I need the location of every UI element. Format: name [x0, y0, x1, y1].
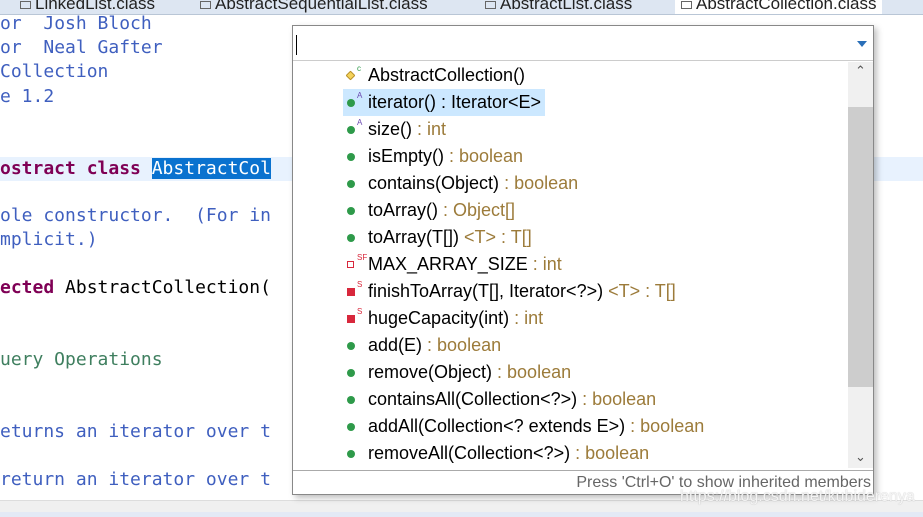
member-item[interactable]: contains(Object) : boolean [343, 170, 582, 197]
member-item[interactable]: ShugeCapacity(int) : int [343, 305, 547, 332]
class-file-icon [20, 0, 31, 9]
modifier-icon: A [357, 118, 363, 127]
modifier-icon: S [357, 280, 363, 289]
code-line: or Josh Bloch [0, 13, 152, 34]
code-line: ected AbstractCollection( [0, 277, 271, 298]
scrollbar[interactable]: ⌃ ⌄ [848, 62, 873, 468]
member-item[interactable]: containsAll(Collection<?>) : boolean [343, 386, 660, 413]
member-type: : boolean [625, 416, 705, 436]
public-method-icon [347, 180, 355, 188]
member-name: finishToArray(T[], Iterator<?>) [368, 281, 604, 301]
code-line: ostract class AbstractCol [0, 158, 271, 179]
modifier-icon: S [357, 307, 363, 316]
member-item[interactable]: SF MAX_ARRAY_SIZE : int [343, 251, 566, 278]
member-type: : boolean [444, 146, 524, 166]
member-list: c AbstractCollection() Aiterator() : Itera… [293, 62, 848, 468]
public-method-icon [347, 234, 355, 242]
public-method-icon [347, 423, 355, 431]
scrollbar-thumb[interactable] [848, 107, 873, 387]
member-type: <T> : T[] [459, 227, 532, 247]
public-method-icon [347, 450, 355, 458]
member-item[interactable]: SfinishToArray(T[], Iterator<?>) <T> : T… [343, 278, 680, 305]
member-name: toArray(T[]) [368, 227, 460, 247]
private-method-icon [347, 315, 355, 323]
code-line: mplicit.) [0, 229, 98, 250]
private-field-icon [347, 261, 354, 268]
member-type: : boolean [422, 335, 502, 355]
member-item[interactable]: isEmpty() : boolean [343, 143, 527, 170]
member-item[interactable]: removeAll(Collection<?>) : boolean [343, 440, 653, 467]
public-method-icon [347, 396, 355, 404]
member-type: : boolean [492, 362, 572, 382]
quick-outline-popup: c AbstractCollection() Aiterator() : Itera… [292, 25, 874, 495]
member-name: isEmpty() [368, 146, 444, 166]
member-item[interactable]: Asize() : int [343, 116, 450, 143]
scroll-up-icon[interactable]: ⌃ [848, 62, 873, 82]
code-line: ole constructor. (For in [0, 205, 271, 226]
constructor-icon [345, 70, 356, 81]
status-strip [0, 512, 923, 517]
public-method-icon [347, 99, 355, 107]
scroll-down-icon[interactable]: ⌄ [848, 448, 873, 468]
code-line: eturns an iterator over t [0, 421, 271, 442]
member-name: AbstractCollection() [368, 65, 526, 85]
member-type: : int [527, 254, 562, 274]
member-name: removeAll(Collection<?>) [368, 443, 571, 463]
member-name: size() [368, 119, 412, 139]
member-item[interactable]: add(E) : boolean [343, 332, 505, 359]
modifier-icon: SF [357, 253, 368, 262]
tab-abstractlist[interactable]: AbstractList.class [485, 0, 632, 14]
class-file-icon [681, 0, 692, 9]
watermark: https://blog.csdn.net/kubiderenya [680, 488, 915, 505]
member-item[interactable]: remove(Object) : boolean [343, 359, 575, 386]
member-item[interactable]: toArray(T[]) <T> : T[] [343, 224, 536, 251]
member-item[interactable]: Aiterator() : Iterator<E> [343, 89, 546, 116]
member-name: contains(Object) [368, 173, 500, 193]
code-line: uery Operations [0, 349, 163, 370]
code-line: return an iterator over t [0, 469, 271, 490]
member-name: toArray() [368, 200, 439, 220]
public-method-icon [347, 369, 355, 377]
member-name: containsAll(Collection<?>) [368, 389, 578, 409]
member-name: hugeCapacity(int) [368, 308, 510, 328]
member-name: remove(Object) [368, 362, 493, 382]
private-method-icon [347, 288, 355, 296]
member-type: : boolean [499, 173, 579, 193]
member-type: : boolean [577, 389, 657, 409]
public-method-icon [347, 342, 355, 350]
public-method-icon [347, 207, 355, 215]
member-type: <T> : T[] [603, 281, 676, 301]
public-method-icon [347, 153, 355, 161]
modifier-icon: c [357, 64, 361, 73]
member-name: iterator() : Iterator<E> [368, 92, 542, 112]
class-file-icon [485, 0, 496, 9]
member-item[interactable]: addAll(Collection<? extends E>) : boolea… [343, 413, 708, 440]
member-type: : boolean [570, 443, 650, 463]
modifier-icon: A [357, 91, 363, 100]
text-caret [296, 35, 297, 55]
member-item[interactable]: toArray() : Object[] [343, 197, 519, 224]
code-line: e 1.2 [0, 86, 55, 107]
member-name: addAll(Collection<? extends E>) [368, 416, 626, 436]
member-name: MAX_ARRAY_SIZE [368, 254, 528, 274]
class-file-icon [200, 0, 211, 9]
tab-abstractcollection[interactable]: AbstractCollection.class [675, 0, 883, 14]
member-type: : int [412, 119, 447, 139]
code-line: Collection [0, 61, 109, 82]
dropdown-menu-icon[interactable] [857, 41, 867, 47]
public-method-icon [347, 126, 355, 134]
member-name: add(E) [368, 335, 423, 355]
member-type: : int [509, 308, 544, 328]
member-item[interactable]: c AbstractCollection() [343, 62, 529, 89]
member-type: : Object[] [438, 200, 516, 220]
code-line: or Neal Gafter [0, 37, 163, 58]
filter-input[interactable] [293, 26, 873, 61]
tab-abstractsequentiallist[interactable]: AbstractSequentialList.class [200, 0, 428, 14]
selected-text: AbstractCol [151, 158, 271, 179]
